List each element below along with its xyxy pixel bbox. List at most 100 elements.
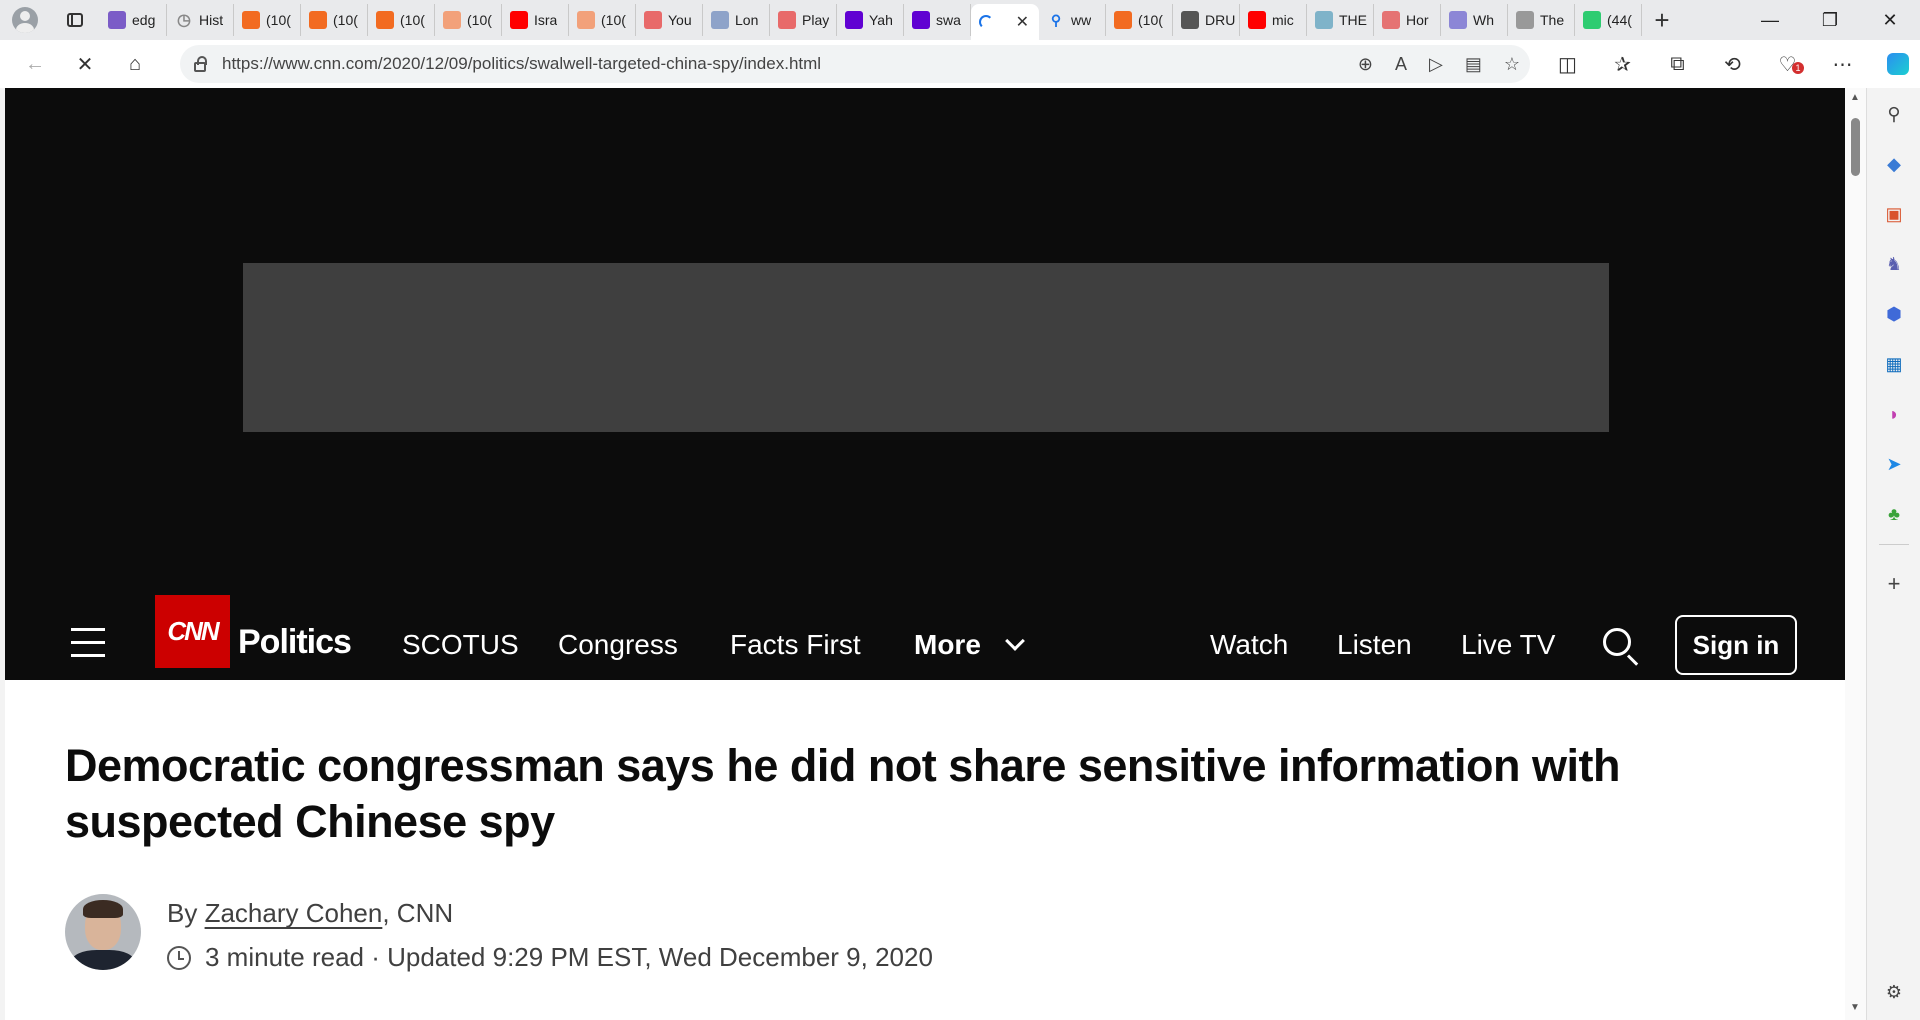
tab[interactable]: ◷ Hist bbox=[167, 4, 234, 36]
read-time: 3 minute read bbox=[205, 942, 364, 972]
maximize-button[interactable]: ❐ bbox=[1800, 0, 1860, 40]
zoom-icon[interactable]: ⊕ bbox=[1358, 54, 1373, 75]
youtube-icon bbox=[778, 11, 796, 29]
page-scrollbar[interactable]: ▲ ▼ bbox=[1845, 88, 1866, 1020]
scroll-up-arrow-icon[interactable]: ▲ bbox=[1850, 92, 1860, 103]
tab-actions-icon bbox=[67, 13, 83, 27]
immersive-reader-icon[interactable]: ▤ bbox=[1465, 54, 1482, 75]
tab-title: (10( bbox=[601, 12, 626, 28]
outlook-icon[interactable]: ▦ bbox=[1882, 352, 1906, 376]
tab-actions-button[interactable] bbox=[50, 0, 100, 40]
settings-gear-icon[interactable]: ⚙ bbox=[1882, 980, 1906, 1004]
tab-title: You bbox=[668, 12, 692, 28]
tab[interactable]: (10( bbox=[435, 4, 502, 36]
add-icon[interactable]: + bbox=[1882, 571, 1906, 596]
stop-icon: ✕ bbox=[76, 53, 94, 76]
menu-icon[interactable] bbox=[71, 628, 105, 660]
scroll-down-arrow-icon[interactable]: ▼ bbox=[1850, 1002, 1860, 1013]
chart-icon bbox=[1315, 11, 1333, 29]
section-title[interactable]: Politics bbox=[238, 623, 352, 662]
author-avatar[interactable] bbox=[65, 894, 141, 970]
tree-icon[interactable]: ♣ bbox=[1882, 502, 1906, 526]
tab[interactable]: ⚲ ww bbox=[1039, 4, 1106, 36]
tab[interactable]: Wh bbox=[1441, 4, 1508, 36]
collections-icon[interactable]: ⧉ bbox=[1650, 53, 1705, 76]
designer-icon[interactable]: ◗ bbox=[1882, 402, 1906, 426]
tab[interactable]: (10( bbox=[301, 4, 368, 36]
shopping-tag-icon[interactable]: ◆ bbox=[1882, 152, 1906, 176]
favorites-icon[interactable]: ✰ bbox=[1595, 52, 1650, 77]
read-aloud-icon[interactable]: A bbox=[1395, 54, 1407, 75]
nav-link-congress[interactable]: Congress bbox=[558, 629, 678, 661]
tab-active[interactable]: ✕ bbox=[971, 4, 1039, 40]
tab[interactable]: (10( bbox=[1106, 4, 1173, 36]
split-screen-icon[interactable]: ◫ bbox=[1540, 52, 1595, 77]
home-button[interactable]: ⌂ bbox=[110, 44, 160, 84]
site-info-button[interactable] bbox=[180, 55, 220, 72]
tab[interactable]: Play bbox=[770, 4, 837, 36]
ad-placeholder[interactable] bbox=[243, 263, 1609, 432]
tab[interactable]: swa bbox=[904, 4, 971, 36]
chevron-down-icon[interactable] bbox=[1005, 631, 1025, 651]
tab[interactable]: DRU bbox=[1173, 4, 1240, 36]
tab[interactable]: Isra bbox=[502, 4, 569, 36]
yahoo-icon bbox=[108, 11, 126, 29]
history-icon[interactable]: ⟲ bbox=[1705, 52, 1760, 77]
games-icon[interactable]: ♞ bbox=[1882, 252, 1906, 276]
close-tab-icon[interactable]: ✕ bbox=[1016, 12, 1029, 32]
copilot-icon[interactable] bbox=[1870, 53, 1920, 75]
youtube-icon bbox=[510, 11, 528, 29]
tab-title: The bbox=[1540, 12, 1565, 28]
nav-link-scotus[interactable]: SCOTUS bbox=[402, 629, 519, 661]
tab[interactable]: edg bbox=[100, 4, 167, 36]
bookmark-icon bbox=[242, 11, 260, 29]
cnn-logo[interactable]: CNN bbox=[155, 595, 230, 668]
tab-title: (10( bbox=[266, 12, 291, 28]
health-icon[interactable]: ♡ 1 bbox=[1760, 52, 1815, 77]
minimize-button[interactable]: — bbox=[1740, 0, 1800, 40]
author-link[interactable]: Zachary Cohen bbox=[205, 898, 383, 928]
nav-link-watch[interactable]: Watch bbox=[1210, 629, 1288, 661]
tab[interactable]: You bbox=[636, 4, 703, 36]
scroll-thumb[interactable] bbox=[1851, 118, 1860, 176]
tab[interactable]: Hor bbox=[1374, 4, 1441, 36]
tab[interactable]: (10( bbox=[569, 4, 636, 36]
sign-in-button[interactable]: Sign in bbox=[1675, 615, 1797, 675]
tab[interactable]: mic bbox=[1240, 4, 1307, 36]
tab[interactable]: Yah bbox=[837, 4, 904, 36]
tab-title: (10( bbox=[467, 12, 492, 28]
tab[interactable]: The bbox=[1508, 4, 1575, 36]
nav-link-live-tv[interactable]: Live TV bbox=[1461, 629, 1555, 661]
send-icon[interactable]: ➤ bbox=[1882, 452, 1906, 476]
tab[interactable]: (44( bbox=[1575, 4, 1642, 36]
tab[interactable]: THE bbox=[1307, 4, 1374, 36]
tab[interactable]: Lon bbox=[703, 4, 770, 36]
loading-icon bbox=[979, 15, 993, 29]
search-icon[interactable] bbox=[1603, 628, 1631, 656]
youtube-icon bbox=[1248, 11, 1266, 29]
tab[interactable]: (10( bbox=[368, 4, 435, 36]
nav-link-facts-first[interactable]: Facts First bbox=[730, 629, 861, 661]
tab[interactable]: (10( bbox=[234, 4, 301, 36]
meta-separator: · bbox=[363, 942, 388, 972]
url-text[interactable]: https://www.cnn.com/2020/12/09/politics/… bbox=[222, 54, 821, 74]
yahoo-icon bbox=[845, 11, 863, 29]
new-tab-button[interactable]: + bbox=[1642, 0, 1682, 40]
more-icon[interactable]: ⋯ bbox=[1815, 52, 1870, 77]
nav-link-more[interactable]: More bbox=[914, 629, 981, 661]
nav-link-listen[interactable]: Listen bbox=[1337, 629, 1412, 661]
back-button[interactable]: ← bbox=[10, 44, 60, 84]
profile-button[interactable] bbox=[0, 0, 50, 40]
stop-button[interactable]: ✕ bbox=[60, 44, 110, 84]
m365-icon[interactable]: ⬢ bbox=[1882, 302, 1906, 326]
video-icon[interactable]: ▷ bbox=[1429, 54, 1443, 75]
search-icon[interactable]: ⚲ bbox=[1882, 102, 1906, 126]
byline: By Zachary Cohen, CNN bbox=[167, 898, 453, 929]
address-bar-icons: ⊕ A ▷ ▤ ☆ bbox=[1358, 45, 1520, 83]
tools-icon[interactable]: ▣ bbox=[1882, 202, 1906, 226]
address-bar[interactable]: https://www.cnn.com/2020/12/09/politics/… bbox=[180, 45, 1530, 83]
close-window-button[interactable]: ✕ bbox=[1860, 0, 1920, 40]
letter-g-icon bbox=[1583, 11, 1601, 29]
favorite-star-icon[interactable]: ☆ bbox=[1504, 54, 1520, 75]
tab-title: mic bbox=[1272, 12, 1294, 28]
